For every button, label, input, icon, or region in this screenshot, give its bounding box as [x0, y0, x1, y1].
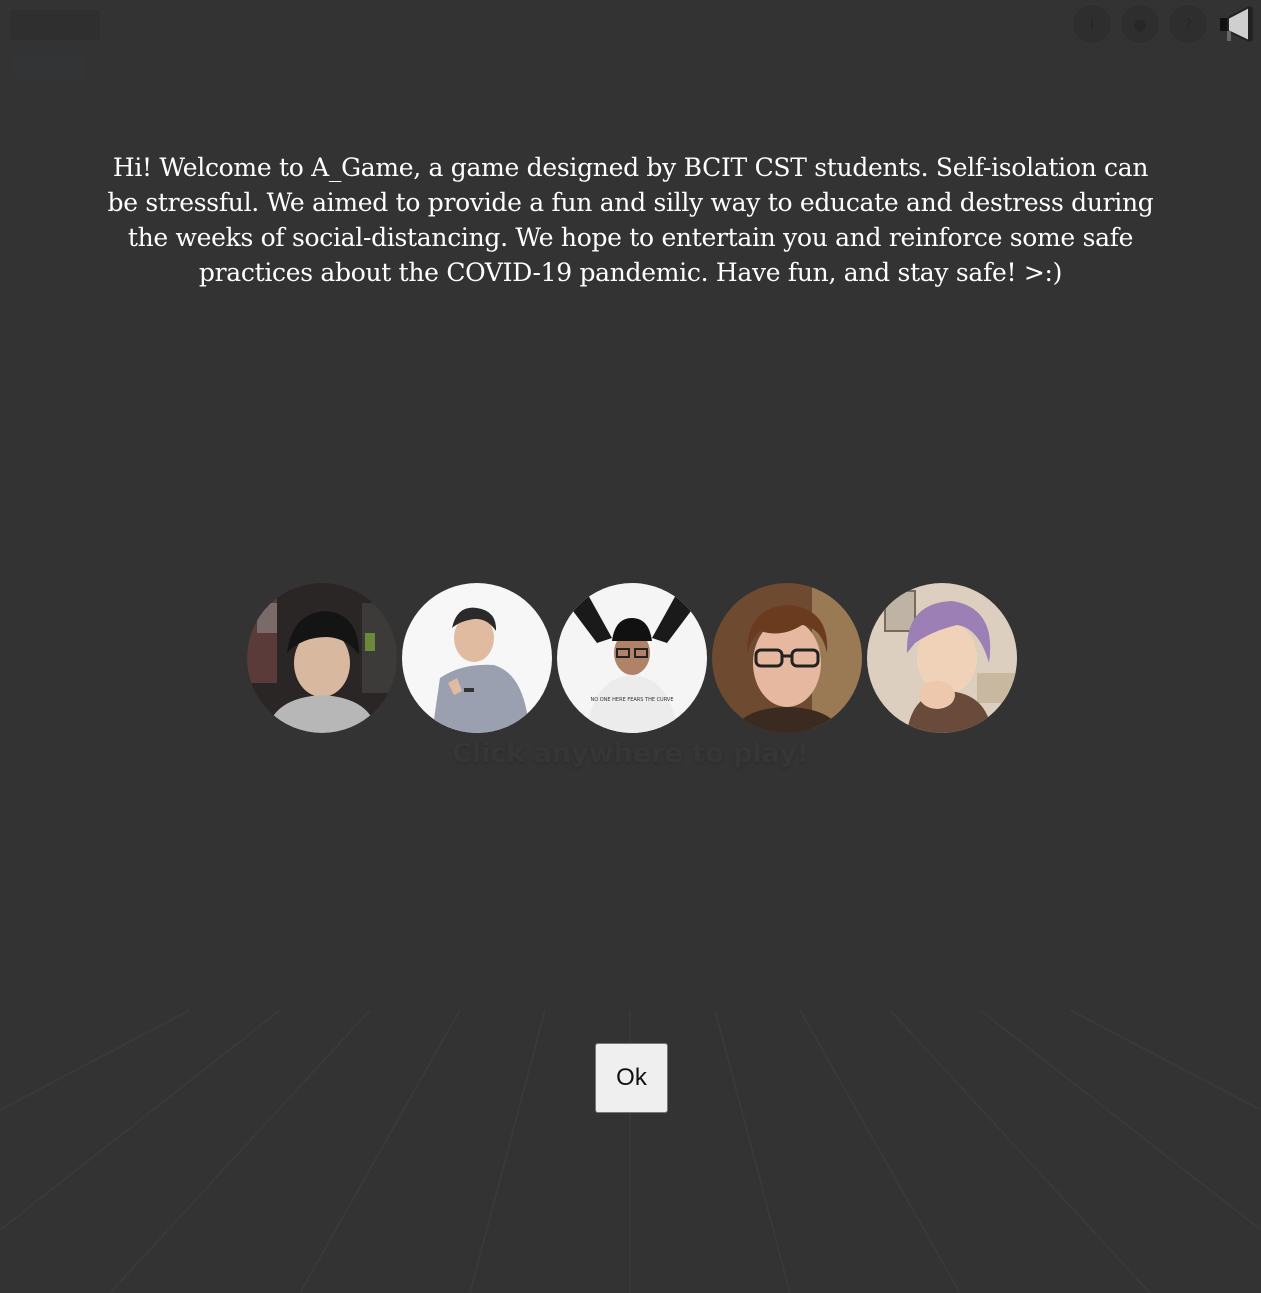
- game-subtitle-button[interactable]: [14, 54, 86, 80]
- help-icon[interactable]: ?: [1169, 5, 1207, 43]
- avatar: NO ONE HERE FEARS THE CURVE: [557, 583, 707, 733]
- click-to-play-hint[interactable]: Click anywhere to play!: [0, 738, 1261, 769]
- welcome-message: Hi! Welcome to A_Game, a game designed b…: [107, 153, 1154, 287]
- info-icon[interactable]: i: [1073, 5, 1111, 43]
- avatar: [402, 583, 552, 733]
- avatar: [712, 583, 862, 733]
- ok-button[interactable]: Ok: [595, 1043, 668, 1113]
- team-avatars: NO ONE HERE FEARS THE CURVE: [247, 583, 1017, 733]
- avatar: [247, 583, 397, 733]
- game-logo: [10, 10, 100, 40]
- avatar: [867, 583, 1017, 733]
- top-right-toolbar: i ● ?: [1073, 0, 1261, 48]
- user-icon[interactable]: ●: [1121, 5, 1159, 43]
- megaphone-icon[interactable]: [1217, 3, 1259, 45]
- game-stage[interactable]: i ● ? Hi! Welcome to A_Game, a game desi…: [0, 0, 1261, 1293]
- svg-text:NO ONE HERE FEARS THE CURVE: NO ONE HERE FEARS THE CURVE: [590, 697, 673, 703]
